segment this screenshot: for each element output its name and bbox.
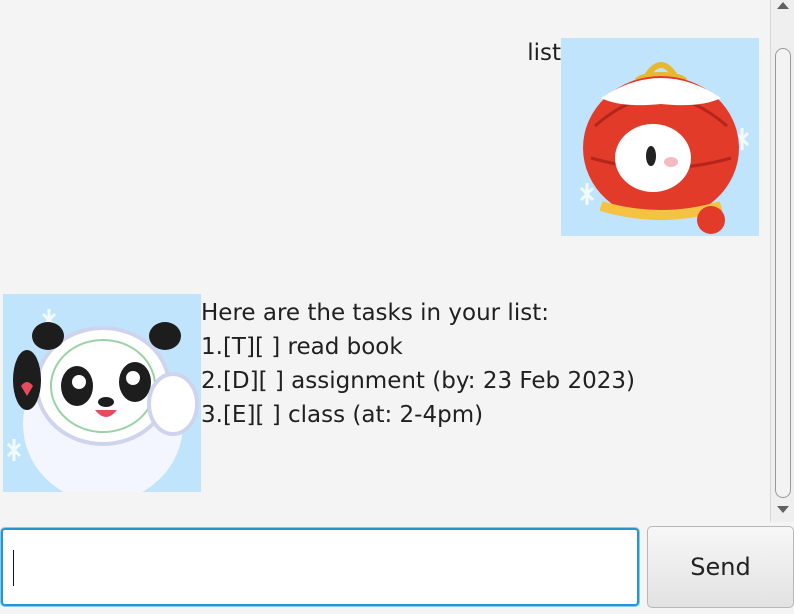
scrollbar-thumb[interactable]: [775, 48, 791, 498]
panda-mascot-avatar-icon: [3, 294, 201, 492]
bot-message-text: Here are the tasks in your list: 1.[T][ …: [201, 296, 635, 432]
bot-message-line: 3.[E][ ] class (at: 2-4pm): [201, 402, 484, 428]
input-bar: Send: [0, 522, 794, 614]
bot-dialog-box: Here are the tasks in your list: 1.[T][ …: [0, 294, 760, 494]
send-button[interactable]: Send: [647, 526, 794, 608]
scroll-up-arrow-icon[interactable]: [777, 2, 789, 9]
user-dialog-box: list: [0, 38, 760, 236]
text-caret: [13, 550, 14, 586]
user-message-text: list: [527, 40, 561, 66]
message-input[interactable]: [1, 528, 639, 606]
lantern-mascot-avatar-icon: [561, 38, 759, 236]
bot-message-line: 2.[D][ ] assignment (by: 23 Feb 2023): [201, 368, 635, 394]
scroll-down-arrow-icon[interactable]: [777, 506, 789, 513]
chat-window: list Here are the tasks in your list: 1.…: [0, 0, 794, 614]
bot-message-line: Here are the tasks in your list:: [201, 300, 549, 326]
bot-message-line: 1.[T][ ] read book: [201, 334, 403, 360]
vertical-scrollbar[interactable]: [770, 0, 794, 522]
chat-scroll-pane[interactable]: list Here are the tasks in your list: 1.…: [0, 0, 770, 522]
